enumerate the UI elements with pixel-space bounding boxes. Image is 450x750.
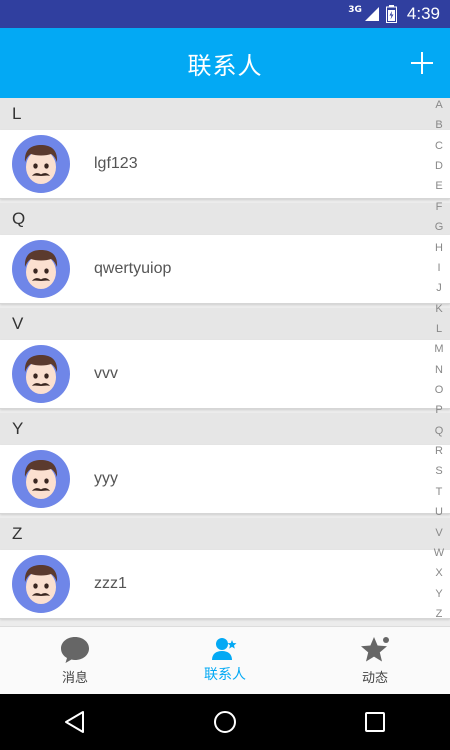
home-circle-icon — [214, 711, 236, 733]
section-header: Q — [0, 203, 450, 235]
contact-name: yyy — [94, 470, 118, 487]
avatar-icon — [12, 555, 70, 613]
star-icon — [361, 636, 389, 661]
status-bar: 3G 4:39 — [0, 0, 450, 28]
contact-row[interactable]: qwertyuiop — [0, 235, 450, 304]
avatar-icon — [12, 450, 70, 508]
index-letter[interactable]: S — [435, 466, 442, 477]
home-button[interactable] — [201, 698, 249, 746]
recents-square-icon — [365, 712, 385, 732]
back-triangle-icon — [65, 711, 84, 733]
index-letter[interactable]: X — [435, 568, 442, 579]
nav-tab-moments[interactable]: 动态 — [300, 627, 450, 694]
index-letter[interactable]: W — [434, 547, 444, 559]
bottom-navigation: 消息 联系人 动态 — [0, 626, 450, 694]
contact-list[interactable]: L lgf123 Q qwertyuiop V vvv Y yyy Z zzz1 — [0, 98, 450, 626]
index-letter[interactable]: Q — [435, 425, 444, 437]
contact-name: qwertyuiop — [94, 260, 172, 277]
signal-icon — [364, 7, 379, 21]
contact-name: zzz1 — [94, 575, 127, 592]
nav-label: 联系人 — [204, 667, 246, 683]
chat-bubble-icon — [61, 636, 89, 663]
section-header: L — [0, 98, 450, 130]
back-button[interactable] — [51, 698, 99, 746]
nav-tab-messages[interactable]: 消息 — [0, 627, 150, 694]
index-letter[interactable]: R — [435, 446, 443, 457]
index-letter[interactable]: J — [436, 283, 442, 294]
section-header: V — [0, 308, 450, 340]
system-navigation-bar — [0, 694, 450, 750]
index-letter[interactable]: G — [435, 222, 444, 233]
index-letter[interactable]: K — [435, 303, 442, 315]
contact-row[interactable]: vvv — [0, 340, 450, 409]
contact-row[interactable]: yyy — [0, 445, 450, 514]
index-letter[interactable]: F — [436, 201, 443, 213]
index-letter[interactable]: N — [435, 364, 443, 376]
network-type: 3G — [348, 5, 362, 15]
avatar-icon — [12, 135, 70, 193]
index-letter[interactable]: C — [435, 140, 443, 152]
section-header: Z — [0, 518, 450, 550]
index-letter[interactable]: L — [436, 323, 442, 335]
index-letter[interactable]: Y — [435, 588, 442, 600]
index-letter[interactable]: Z — [436, 608, 443, 620]
contact-name: lgf123 — [94, 155, 138, 172]
nav-label: 消息 — [61, 670, 88, 686]
contact-name: vvv — [94, 365, 118, 382]
section-header: Y — [0, 413, 450, 445]
clock: 4:39 — [406, 4, 440, 23]
index-letter[interactable]: O — [435, 385, 444, 396]
index-letter[interactable]: A — [435, 100, 442, 111]
avatar-icon — [12, 240, 70, 298]
contact-row[interactable]: lgf123 — [0, 130, 450, 199]
contact-row[interactable]: zzz1 — [0, 550, 450, 619]
index-letter[interactable]: U — [435, 507, 443, 518]
nav-tab-contacts[interactable]: 联系人 — [150, 627, 300, 694]
page-title: 联系人 — [187, 51, 263, 80]
plus-icon — [411, 52, 433, 74]
index-letter[interactable]: H — [435, 242, 443, 254]
index-letter[interactable]: M — [434, 344, 443, 355]
recents-button[interactable] — [351, 698, 399, 746]
app-header: 联系人 — [0, 28, 450, 98]
index-letter[interactable]: D — [435, 161, 443, 172]
index-letter[interactable]: E — [435, 181, 442, 192]
alphabet-index[interactable]: A B C D E F G H I J K L M N O P Q R S T … — [432, 100, 446, 620]
index-letter[interactable]: T — [436, 486, 443, 498]
contacts-icon — [212, 638, 237, 660]
add-contact-button[interactable] — [404, 45, 440, 81]
index-letter[interactable]: V — [435, 527, 442, 539]
index-letter[interactable]: P — [435, 405, 442, 416]
battery-icon — [385, 5, 397, 23]
avatar-icon — [12, 345, 70, 403]
index-letter[interactable]: I — [437, 262, 440, 274]
nav-label: 动态 — [361, 670, 388, 686]
index-letter[interactable]: B — [435, 120, 442, 131]
